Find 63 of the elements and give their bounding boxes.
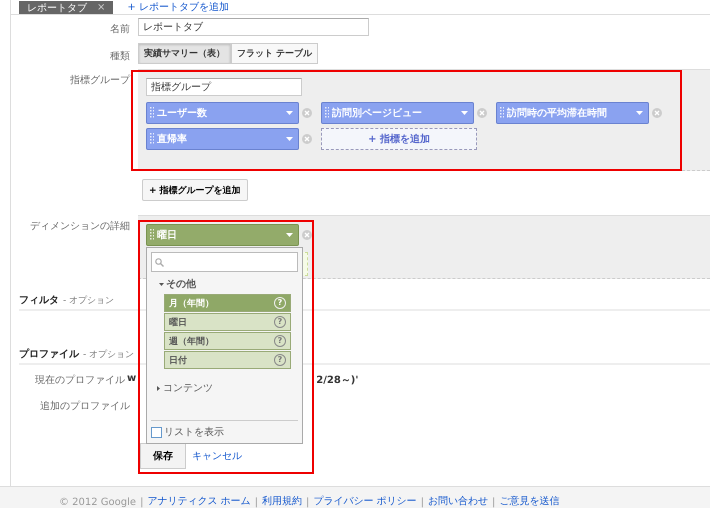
section-subtitle: - オプション [83, 348, 134, 361]
caret-icon[interactable] [286, 111, 293, 115]
section-subtitle: - オプション [63, 294, 114, 307]
help-icon[interactable]: ? [274, 354, 286, 366]
profile-value: 2/28～)' [316, 374, 358, 387]
save-button[interactable]: 保存 [140, 443, 186, 469]
caret-icon[interactable] [636, 111, 643, 115]
drag-handle-icon[interactable] [325, 107, 329, 119]
search-icon [155, 258, 164, 266]
tab-label: レポートタブ [27, 2, 87, 14]
field-label: 名前 [109, 23, 131, 36]
category-label[interactable]: その他 [166, 277, 196, 291]
section-title: フィルタ [19, 294, 59, 307]
profile-value: w [127, 372, 136, 384]
field-label: 現在のプロファイル [34, 374, 126, 387]
dimension-option[interactable]: 日付 ? [164, 351, 291, 369]
remove-icon[interactable] [302, 108, 312, 118]
cancel-link[interactable]: キャンセル [192, 449, 242, 463]
tab-close[interactable]: × [97, 2, 106, 13]
help-icon[interactable]: ? [274, 316, 286, 328]
dimension-option[interactable]: 曜日 ? [164, 313, 291, 331]
field-label: 指標グループ [69, 74, 132, 87]
drag-handle-icon[interactable] [150, 229, 154, 241]
group-name-field[interactable]: 指標グループ [146, 78, 302, 96]
collapsed-icon[interactable] [157, 386, 161, 390]
footer-link[interactable]: ご意見を送信 [499, 494, 560, 508]
remove-icon[interactable] [652, 108, 662, 118]
remove-icon[interactable] [302, 230, 312, 240]
expanded-icon[interactable] [159, 282, 164, 286]
search-field[interactable] [151, 252, 298, 272]
type-option[interactable]: 実績サマリー（表） [138, 43, 231, 64]
separator: | [140, 497, 144, 508]
drag-handle-icon[interactable] [150, 133, 154, 145]
separator: | [492, 497, 496, 508]
remove-icon[interactable] [302, 134, 312, 144]
name-field[interactable]: レポートタブ [138, 18, 369, 36]
separator: | [254, 497, 258, 508]
drag-handle-icon[interactable] [500, 107, 504, 119]
field-label: 種類 [109, 50, 131, 63]
footer-link[interactable]: プライバシー ポリシー [313, 494, 417, 508]
add-tab-link[interactable]: + レポートタブを追加 [127, 0, 229, 14]
footer-link[interactable]: お問い合わせ [428, 494, 488, 508]
separator: | [420, 497, 424, 508]
drag-handle-icon[interactable] [150, 107, 154, 119]
help-icon[interactable]: ? [274, 335, 286, 347]
footer-link[interactable]: 利用規約 [262, 494, 302, 508]
add-group-button[interactable]: + 指標グループを追加 [142, 179, 248, 201]
field-label: ディメンションの詳細 [29, 220, 131, 233]
copyright: © 2012 Google [59, 497, 136, 508]
field-label: 追加のプロファイル [39, 400, 131, 413]
add-metric-button[interactable]: + 指標を追加 [321, 128, 477, 150]
caret-icon[interactable] [286, 137, 293, 141]
caret-icon[interactable] [461, 111, 468, 115]
remove-icon[interactable] [477, 108, 487, 118]
separator: | [306, 497, 310, 508]
category-label[interactable]: コンテンツ [163, 381, 213, 395]
dimension-option[interactable]: 週（年間） ? [164, 332, 291, 350]
section-title: プロファイル [19, 347, 79, 361]
show-list-checkbox[interactable]: リストを表示 [151, 425, 298, 439]
report-tab[interactable]: レポートタブ × [19, 1, 114, 14]
caret-icon[interactable] [286, 233, 293, 237]
type-option[interactable]: フラット テーブル [231, 43, 318, 64]
footer-link[interactable]: アナリティクス ホーム [147, 494, 251, 508]
